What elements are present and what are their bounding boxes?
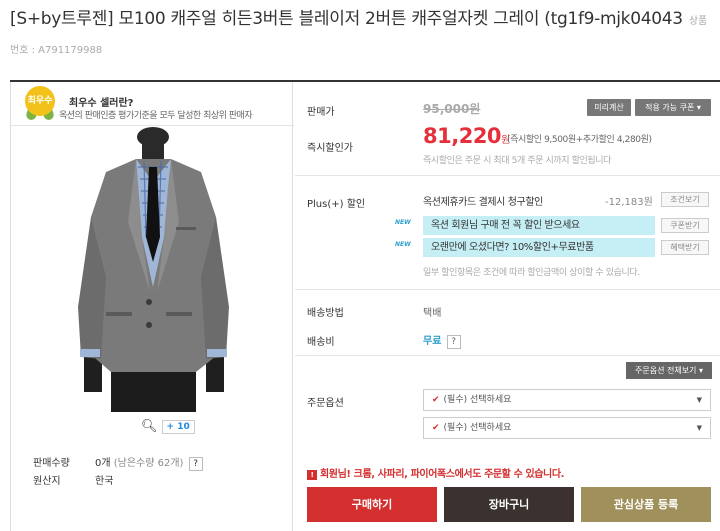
sold-quantity-label: 판매수량 bbox=[33, 458, 70, 469]
shipping-fee-value: 무료 bbox=[423, 336, 442, 347]
price-calc-button[interactable]: 미리계산 bbox=[587, 99, 631, 116]
order-option-label: 주문옵션 bbox=[307, 398, 344, 409]
applicable-coupon-button[interactable]: 적용 가능 쿠폰 ▾ bbox=[635, 99, 711, 116]
option-select-1[interactable]: ✔ (필수) 선택하세요 ▼ bbox=[423, 389, 711, 411]
new-tag-1: NEW bbox=[395, 219, 411, 226]
option-select-2[interactable]: ✔ (필수) 선택하세요 ▼ bbox=[423, 417, 711, 439]
price-divider bbox=[295, 175, 720, 176]
returning-benefit-banner[interactable]: 오랜만에 오셨다면? 10%할인+무료반품 bbox=[423, 238, 655, 257]
product-title: [S+by트루젠] 모100 캐주얼 히든3버튼 블레이저 2버튼 캐주얼자켓 … bbox=[10, 6, 710, 64]
chevron-down-icon: ▼ bbox=[696, 396, 702, 404]
more-images-count: + 10 bbox=[166, 421, 190, 432]
required-check-icon: ✔ bbox=[432, 423, 440, 433]
option-select-2-value: (필수) 선택하세요 bbox=[443, 423, 512, 433]
shipping-fee-help-icon[interactable]: ? bbox=[446, 335, 461, 349]
sale-price: 81,220원 bbox=[423, 124, 510, 148]
member-coupon-banner[interactable]: 옥션 회원님 구매 전 꼭 할인 받으세요 bbox=[423, 216, 655, 235]
seller-info-desc: 옥션의 판매인증 평가기준을 모두 달성한 최상위 판매자 bbox=[59, 111, 253, 121]
chevron-down-icon: ▼ bbox=[696, 424, 702, 432]
sold-quantity-row: 판매수량 0개 (남은수량 62개) ? bbox=[33, 454, 203, 471]
required-check-icon: ✔ bbox=[432, 395, 440, 405]
plus-discount-note: 일부 할인항목은 조건에 따라 할인금액이 상이할 수 있습니다. bbox=[423, 268, 640, 278]
get-coupon-button[interactable]: 쿠폰받기 bbox=[661, 218, 709, 233]
shipping-fee: 무료 ? bbox=[423, 332, 461, 349]
view-all-options-button[interactable]: 주문옵션 전체보기 ▾ bbox=[626, 362, 712, 379]
cart-button[interactable]: 장바구니 bbox=[444, 487, 574, 522]
more-images-button[interactable]: + 10 bbox=[161, 419, 195, 434]
option-select-1-value: (필수) 선택하세요 bbox=[443, 395, 512, 405]
card-discount-text: 옥션제휴카드 결제시 청구할인 bbox=[423, 197, 543, 208]
price-label: 판매가 bbox=[307, 107, 335, 118]
remaining-quantity: (남은수량 62개) bbox=[113, 458, 184, 469]
product-image[interactable] bbox=[66, 127, 241, 412]
original-price: 95,000원 bbox=[423, 102, 481, 116]
browser-notice: ! 회원님! 크롬, 사파리, 파이어폭스에서도 주문할 수 있습니다. bbox=[307, 465, 564, 480]
new-tag-2: NEW bbox=[395, 241, 411, 248]
seller-divider bbox=[11, 125, 294, 126]
shipping-method-label: 배송방법 bbox=[307, 308, 344, 319]
shipping-fee-label: 배송비 bbox=[307, 337, 335, 348]
origin-value: 한국 bbox=[95, 476, 114, 487]
product-title-text: [S+by트루젠] 모100 캐주얼 히든3버튼 블레이저 2버튼 캐주얼자켓 … bbox=[10, 9, 683, 29]
plus-divider bbox=[295, 289, 720, 290]
plus-discount-label: Plus(+) 할인 bbox=[307, 199, 366, 210]
purchase-panel: 판매가 95,000원 미리계산 적용 가능 쿠폰 ▾ 즉시할인가 81,220… bbox=[295, 82, 720, 531]
sale-price-value: 81,220 bbox=[423, 124, 502, 148]
warning-icon: ! bbox=[307, 470, 317, 480]
condition-view-button[interactable]: 조건보기 bbox=[661, 192, 709, 207]
card-discount-amount: -12,183원 bbox=[605, 197, 653, 208]
shipping-divider bbox=[295, 355, 720, 356]
buy-button[interactable]: 구매하기 bbox=[307, 487, 437, 522]
origin-row: 원산지 한국 bbox=[33, 472, 113, 487]
best-seller-badge-icon: 최우수 bbox=[21, 84, 61, 124]
seller-info-title[interactable]: 최우수 셀러란? bbox=[69, 94, 133, 109]
badge-label: 최우수 bbox=[25, 86, 55, 116]
origin-label: 원산지 bbox=[33, 476, 61, 487]
get-benefit-button[interactable]: 혜택받기 bbox=[661, 240, 709, 255]
gallery-controls: 🔍︎ + 10 bbox=[141, 419, 195, 434]
wishlist-button[interactable]: 관심상품 등록 bbox=[581, 487, 711, 522]
shipping-method-value: 택배 bbox=[423, 308, 442, 319]
sale-price-detail: (즉시할인 9,500원+추가할인 4,280원) bbox=[507, 135, 652, 145]
magnifier-icon[interactable]: 🔍︎ bbox=[141, 419, 158, 434]
browser-notice-text: 회원님! 크롬, 사파리, 파이어폭스에서도 주문할 수 있습니다. bbox=[320, 469, 565, 480]
sale-price-label: 즉시할인가 bbox=[307, 143, 353, 154]
sold-quantity-value: 0개 bbox=[95, 458, 111, 469]
sale-price-note: 즉시할인은 주문 시 최대 5개 주문 시까지 할인됩니다 bbox=[423, 156, 612, 166]
sold-quantity-help-icon[interactable]: ? bbox=[188, 457, 203, 471]
product-gallery-panel: 최우수 최우수 셀러란? 옥션의 판매인증 평가기준을 모두 달성한 최상위 판… bbox=[10, 82, 294, 531]
